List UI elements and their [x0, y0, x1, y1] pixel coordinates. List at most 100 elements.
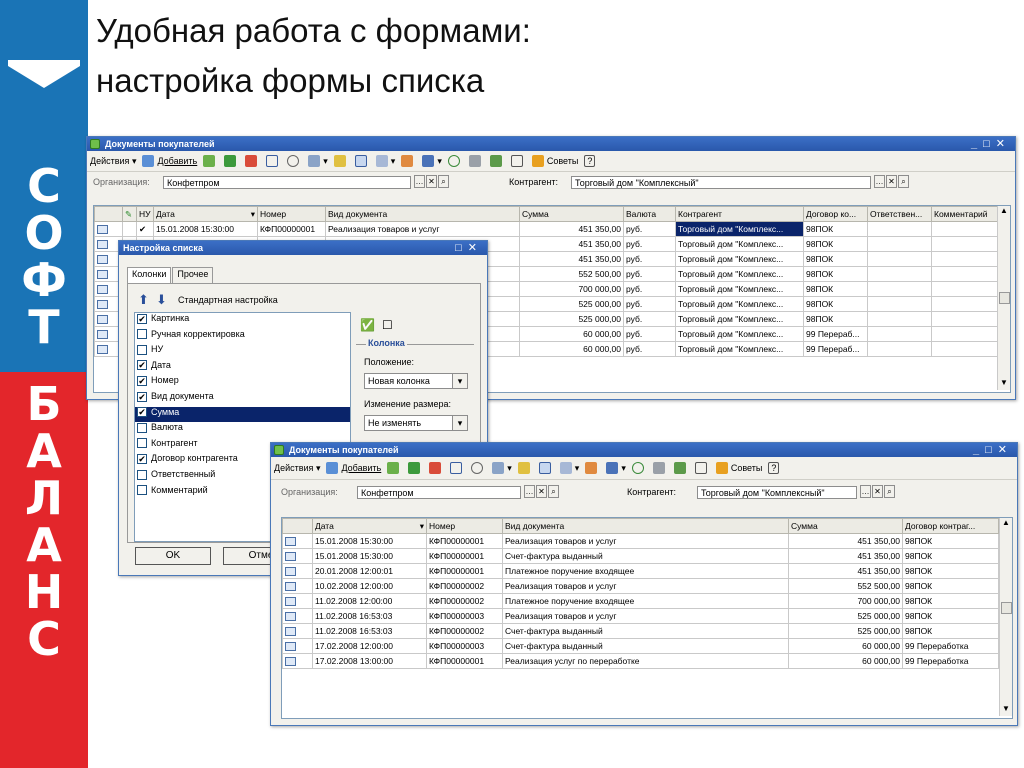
checkbox-checked[interactable]: ✔ [137, 407, 147, 418]
sort-button[interactable]: ▾ [492, 462, 512, 474]
scroll-thumb[interactable] [1001, 602, 1012, 614]
resize-select[interactable]: Не изменять ▾ [364, 415, 468, 431]
settings-button[interactable]: ▾ [375, 155, 395, 167]
report-button[interactable] [673, 462, 689, 474]
check-all-icon[interactable]: ✅ [360, 318, 375, 332]
interval-button[interactable] [450, 462, 465, 474]
back-vertical-scrollbar[interactable]: ▲ ▼ [997, 206, 1010, 390]
actions-menu[interactable]: Действия ▾ [90, 156, 136, 167]
col-currency[interactable]: Валюта [623, 206, 676, 222]
add-button[interactable]: Добавить [326, 462, 381, 474]
uncheck-all-icon[interactable]: ☐ [382, 318, 393, 332]
checkbox[interactable] [137, 344, 147, 355]
col-date[interactable]: Дата ▾ [312, 518, 427, 534]
col-number[interactable]: Номер [257, 206, 326, 222]
col-doc-type[interactable]: Вид документа [502, 518, 789, 534]
actions-menu[interactable]: Действия ▾ [274, 463, 320, 474]
checkbox-checked[interactable]: ✔ [137, 376, 147, 386]
table-row[interactable]: 10.02.2008 12:00:00 КФП00000002 Реализация… [282, 578, 999, 594]
post-button[interactable]: ▾ [422, 155, 442, 167]
list-item[interactable]: НУ [135, 344, 350, 360]
col-nu[interactable]: НУ [136, 206, 154, 222]
edit-button[interactable] [224, 155, 239, 167]
tips-button[interactable]: Советы [531, 155, 578, 167]
scroll-down-icon[interactable]: ▼ [998, 378, 1010, 390]
scroll-down-icon[interactable]: ▼ [1000, 704, 1012, 716]
checkbox[interactable] [137, 485, 147, 496]
table-row[interactable]: 11.02.2008 16:53:03 КФП00000002 Счет-факту… [282, 623, 999, 639]
tab-columns[interactable]: Колонки [127, 267, 172, 283]
list-item-selected[interactable]: ✔ Сумма [135, 406, 350, 423]
col-picture[interactable] [282, 518, 313, 534]
report-button[interactable] [489, 155, 505, 167]
clear-filter-button[interactable] [401, 155, 416, 167]
col-contragent[interactable]: Контрагент [675, 206, 804, 222]
col-contract[interactable]: Договор ко... [803, 206, 868, 222]
checkbox-checked[interactable]: ✔ [137, 391, 147, 402]
interval-button[interactable] [266, 155, 281, 167]
table-row[interactable]: 11.02.2008 12:00:00 КФП00000002 Платежное … [282, 593, 999, 609]
table-row[interactable]: 17.02.2008 12:00:00 КФП00000003 Счет-факту… [282, 638, 999, 654]
list-item[interactable]: Ручная корректировка [135, 329, 350, 345]
help-button[interactable]: ? [584, 155, 596, 167]
col-sum[interactable]: Сумма [519, 206, 624, 222]
clear-filter-button[interactable] [585, 462, 600, 474]
front-list-grid[interactable]: Дата ▾ Номер Вид документа Сумма Договор … [281, 517, 1013, 719]
org-field-buttons[interactable]: … ✕ ⌕ [413, 175, 449, 188]
refresh-button[interactable] [631, 462, 647, 474]
scroll-thumb[interactable] [999, 292, 1010, 304]
settings-dialog-titlebar[interactable]: Настройка списка □✕ [119, 241, 487, 255]
print-button[interactable] [652, 462, 668, 474]
find-button[interactable] [287, 155, 302, 167]
contragent-field[interactable]: Торговый дом "Комплексный" [571, 175, 871, 189]
col-number[interactable]: Номер [426, 518, 503, 534]
edit-button[interactable] [408, 462, 423, 474]
table-row[interactable]: ✔ 15.01.2008 15:30:00 КФП00000001 Реализаци… [94, 221, 999, 237]
find-button[interactable] [471, 462, 486, 474]
dialog-controls[interactable]: □✕ [455, 241, 483, 255]
checkbox-checked[interactable]: ✔ [137, 453, 147, 464]
post-button[interactable]: ▾ [606, 462, 626, 474]
ok-button[interactable]: OK [135, 547, 211, 565]
structure-button[interactable] [538, 462, 554, 474]
org-field-buttons[interactable]: … ✕ ⌕ [523, 485, 559, 498]
col-picture[interactable] [94, 206, 123, 222]
front-vertical-scrollbar[interactable]: ▲ ▼ [999, 518, 1012, 716]
checkbox[interactable] [137, 469, 147, 480]
checkbox-checked[interactable]: ✔ [137, 360, 147, 371]
structure-button[interactable] [354, 155, 370, 167]
contragent-field-buttons[interactable]: … ✕ ⌕ [873, 175, 909, 188]
col-sum[interactable]: Сумма [788, 518, 903, 534]
org-field[interactable]: Конфетпром [163, 175, 411, 189]
copy-button[interactable] [387, 462, 402, 474]
help-button[interactable]: ? [768, 462, 780, 474]
table-row[interactable]: 15.01.2008 15:30:00 КФП00000001 Реализация… [282, 533, 999, 549]
checkbox[interactable] [137, 422, 147, 433]
checkbox[interactable] [137, 329, 147, 340]
tab-other[interactable]: Прочее [172, 267, 214, 283]
delete-button[interactable] [429, 462, 444, 474]
journal-button[interactable] [510, 155, 526, 167]
table-row[interactable]: 15.01.2008 15:30:00 КФП00000001 Счет-факту… [282, 548, 999, 564]
checkbox-checked[interactable]: ✔ [137, 313, 147, 324]
col-doc-type[interactable]: Вид документа [325, 206, 520, 222]
window-controls[interactable]: _□✕ [971, 137, 1011, 151]
table-row[interactable]: 11.02.2008 16:53:03 КФП00000003 Реализация… [282, 608, 999, 624]
move-up-icon[interactable]: ⬆ [138, 292, 149, 308]
settings-button[interactable]: ▾ [559, 462, 579, 474]
list-item[interactable]: Валюта [135, 422, 350, 438]
org-field[interactable]: Конфетпром [357, 485, 521, 499]
position-select[interactable]: Новая колонка ▾ [364, 373, 468, 389]
col-responsible[interactable]: Ответствен... [867, 206, 932, 222]
filter-button[interactable] [517, 462, 533, 474]
checkbox[interactable] [137, 438, 147, 449]
refresh-button[interactable] [447, 155, 463, 167]
filter-button[interactable] [333, 155, 349, 167]
delete-button[interactable] [245, 155, 260, 167]
contragent-field[interactable]: Торговый дом "Комплексный" [697, 485, 857, 499]
sort-button[interactable]: ▾ [308, 155, 328, 167]
add-button[interactable]: Добавить [142, 155, 197, 167]
list-item[interactable]: ✔ Дата [135, 360, 350, 376]
standard-settings-link[interactable]: Стандартная настройка [178, 295, 278, 305]
back-window-titlebar[interactable]: Документы покупателей _□✕ [87, 137, 1015, 151]
